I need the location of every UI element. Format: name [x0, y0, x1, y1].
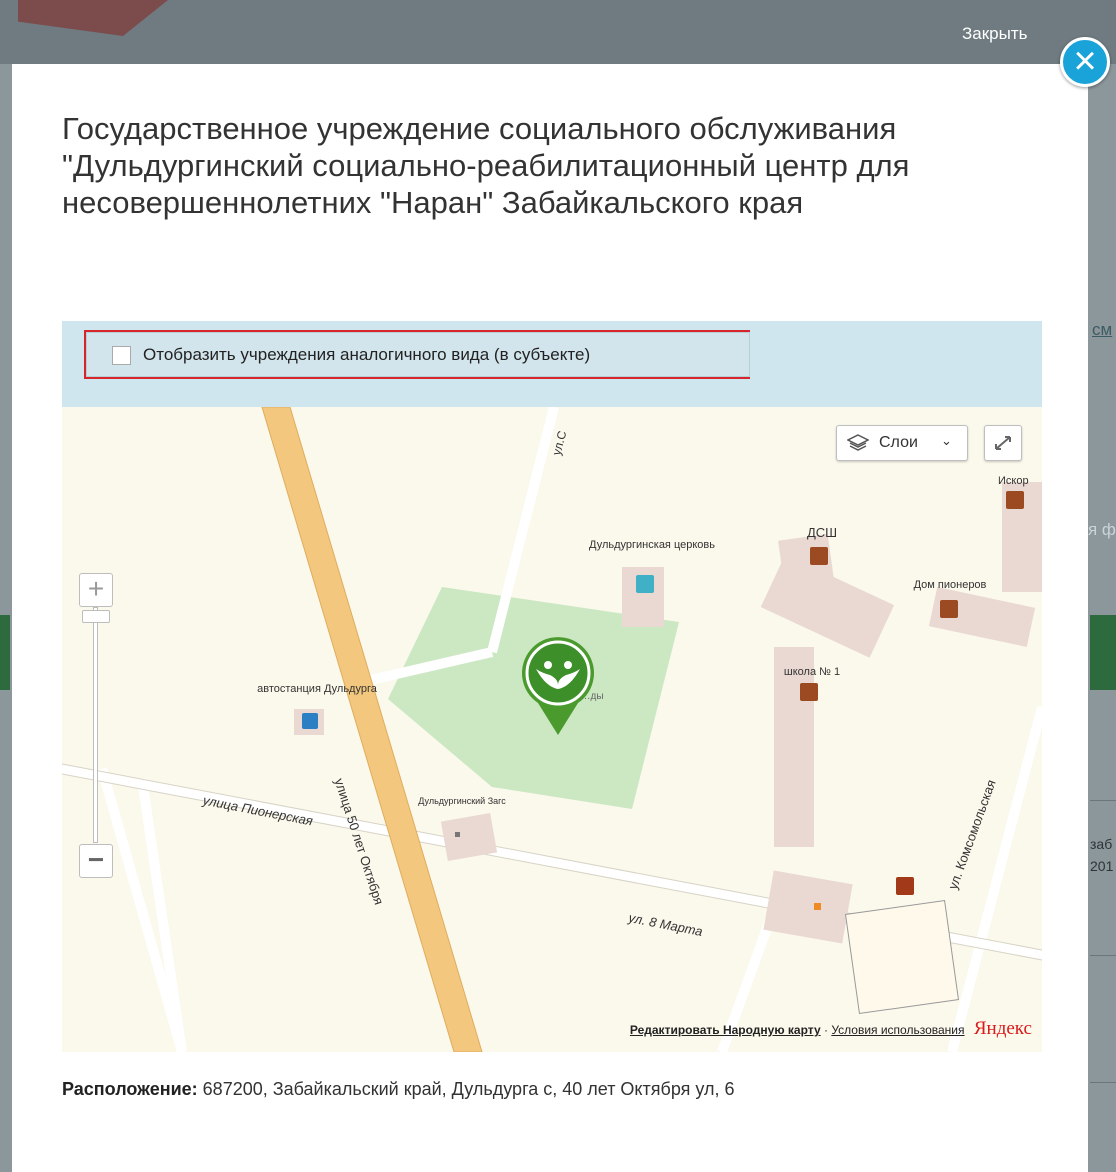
filter-control: Отобразить учреждения аналогичного вида … — [86, 332, 750, 377]
background-divider — [1090, 1082, 1116, 1083]
modal-title: Государственное учреждение социального о… — [62, 111, 910, 220]
poi-label-bus-station: автостанция Дульдурга — [257, 683, 377, 695]
street-komsomolskaya — [947, 705, 1042, 1052]
layers-button[interactable]: Слои ⌄ — [836, 425, 968, 461]
similar-institutions-checkbox[interactable] — [112, 346, 131, 365]
background-divider — [1090, 955, 1116, 956]
copyright-separator: · — [823, 1023, 828, 1037]
map-copyright: Редактировать Народную карту · Условия и… — [630, 1018, 1032, 1040]
background-green-bar — [0, 615, 10, 690]
yandex-logo[interactable]: Яндекс — [974, 1018, 1032, 1039]
poi-label-park: …ды — [580, 691, 604, 702]
background-header — [0, 0, 1116, 64]
map-canvas — [62, 407, 1042, 1052]
highlight-box: Отобразить учреждения аналогичного вида … — [84, 330, 750, 379]
poi-label-pioneers-house: Дом пионеров — [913, 579, 987, 591]
zoom-slider-handle[interactable] — [82, 610, 110, 623]
poi-label-zags: Дульдургинский Загс — [418, 796, 506, 806]
zoom-out-button[interactable]: − — [79, 844, 113, 878]
map-view[interactable]: улица 50 лет Октября улица Пионерская ул… — [62, 407, 1042, 1052]
background-divider — [1090, 800, 1116, 801]
zoom-in-button[interactable]: + — [79, 573, 113, 607]
modal-dialog: Государственное учреждение социального о… — [12, 64, 1088, 1172]
similar-institutions-label[interactable]: Отобразить учреждения аналогичного вида … — [143, 345, 590, 365]
background-text: я ф — [1088, 520, 1116, 539]
poi-label-dsh: ДСШ — [806, 525, 838, 540]
address-value: 687200, Забайкальский край, Дульдурга с,… — [202, 1079, 735, 1099]
edit-map-link[interactable]: Редактировать Народную карту — [630, 1023, 821, 1037]
fullscreen-button[interactable] — [984, 425, 1022, 461]
close-label[interactable]: Закрыть — [962, 24, 1027, 44]
poi-label-iskor: Искор — [998, 475, 1029, 487]
fullscreen-icon — [995, 436, 1011, 450]
background-green-bar — [1090, 615, 1116, 690]
terms-link[interactable]: Условия использования — [831, 1023, 964, 1037]
map-filter-bar: Отобразить учреждения аналогичного вида … — [62, 321, 1042, 407]
close-icon[interactable]: × — [1060, 37, 1110, 87]
background-text: 201 — [1090, 858, 1114, 874]
background-text: см — [1092, 320, 1113, 339]
zoom-slider[interactable] — [93, 607, 98, 843]
layers-label: Слои — [879, 434, 918, 451]
address-label: Расположение: — [62, 1079, 198, 1099]
poi-label-church: Дульдургинская церковь — [589, 539, 715, 551]
poi-label-school: школа № 1 — [783, 666, 841, 678]
address-line: Расположение: 687200, Забайкальский край… — [62, 1079, 735, 1100]
background-text: заб — [1090, 836, 1113, 852]
chevron-down-icon: ⌄ — [941, 433, 952, 448]
